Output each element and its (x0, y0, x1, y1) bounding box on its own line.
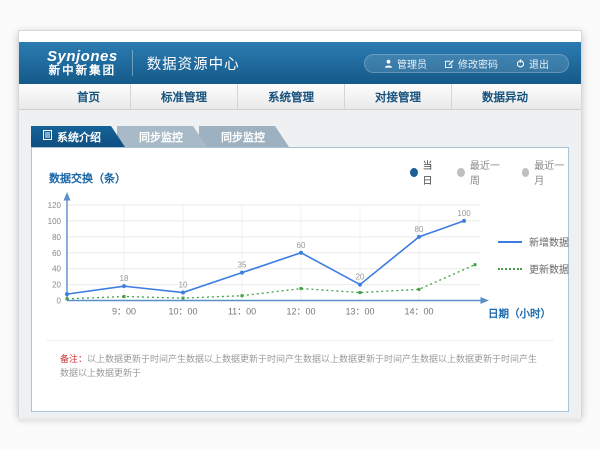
svg-text:13：00: 13：00 (345, 307, 374, 317)
svg-text:10: 10 (179, 281, 188, 290)
user-menu: 管理员 修改密码 退出 (364, 54, 569, 73)
nav-item-interface-mgmt[interactable]: 对接管理 (344, 84, 451, 109)
logout-button[interactable]: 退出 (507, 56, 558, 71)
svg-text:80: 80 (415, 225, 424, 234)
note-divider (46, 340, 554, 341)
content-area: 系统介绍 同步监控 同步监控 当日 最近一周 (19, 110, 581, 418)
edit-icon (445, 59, 454, 68)
svg-text:18: 18 (120, 274, 129, 283)
svg-text:80: 80 (52, 233, 61, 242)
footer-note: 备注：以上数据更新于时间产生数据以上数据更新于时间产生数据以上数据更新于时间产生… (60, 353, 540, 380)
svg-text:120: 120 (48, 201, 62, 210)
user-menu-label: 管理员 (397, 56, 427, 71)
footer-note-text: 以上数据更新于时间产生数据以上数据更新于时间产生数据以上数据更新于时间产生数据以… (60, 354, 537, 378)
app-header: Synjones 新中新集团 数据资源中心 管理员 修改密码 (19, 42, 581, 84)
page-title: 数据资源中心 (147, 53, 240, 74)
header-divider (132, 50, 133, 76)
svg-text:12：00: 12：00 (286, 307, 315, 317)
svg-text:14：00: 14：00 (404, 307, 433, 317)
change-password-button[interactable]: 修改密码 (436, 56, 507, 71)
logout-label: 退出 (529, 56, 549, 71)
legend-label: 新增数据 (529, 234, 569, 249)
svg-text:9：00: 9：00 (112, 307, 136, 317)
svg-text:11：00: 11：00 (228, 307, 256, 317)
svg-text:10：00: 10：00 (168, 307, 197, 317)
x-axis-title: 日期（小时） (488, 306, 551, 321)
user-icon (384, 59, 393, 68)
main-nav: 首页 标准管理 系统管理 对接管理 数据异动 (19, 84, 581, 110)
tab-system-intro[interactable]: 系统介绍 (31, 126, 125, 147)
user-menu-admin[interactable]: 管理员 (375, 56, 436, 71)
svg-text:35: 35 (238, 261, 247, 270)
svg-text:20: 20 (52, 281, 61, 290)
window-top-strip (19, 31, 581, 42)
legend-item-new-data: 新增数据 (498, 234, 569, 249)
svg-text:0: 0 (57, 297, 62, 306)
nav-item-home[interactable]: 首页 (47, 84, 130, 109)
brand-logo-text: Synjones (47, 49, 118, 65)
nav-item-data-change[interactable]: 数据异动 (451, 84, 558, 109)
svg-text:100: 100 (457, 209, 471, 218)
tab-sync-monitor-2[interactable]: 同步监控 (199, 126, 289, 147)
chart-panel: 当日 最近一周 最近一月 数据交换（条） 9：0010：0011：0012：00… (31, 147, 569, 412)
change-password-label: 修改密码 (458, 56, 498, 71)
tab-label: 系统介绍 (57, 129, 101, 145)
window-bottom-strip (19, 418, 581, 422)
chart-legend: 新增数据 更新数据 (498, 234, 569, 288)
brand-logo-subtext: 新中新集团 (47, 65, 118, 77)
app-window: Synjones 新中新集团 数据资源中心 管理员 修改密码 (18, 30, 582, 417)
svg-text:60: 60 (52, 249, 61, 258)
svg-text:100: 100 (48, 217, 62, 226)
footer-note-prefix: 备注： (60, 354, 87, 364)
brand-logo: Synjones 新中新集团 (47, 49, 118, 77)
svg-text:40: 40 (52, 265, 61, 274)
tab-label: 同步监控 (139, 129, 183, 145)
tab-sync-monitor-1[interactable]: 同步监控 (117, 126, 207, 147)
nav-item-standard-mgmt[interactable]: 标准管理 (130, 84, 237, 109)
legend-item-updated-data: 更新数据 (498, 261, 569, 276)
nav-item-system-mgmt[interactable]: 系统管理 (237, 84, 344, 109)
solid-line-icon (498, 241, 522, 243)
tab-label: 同步监控 (221, 129, 265, 145)
tab-bar: 系统介绍 同步监控 同步监控 (31, 126, 581, 147)
dotted-line-icon (498, 268, 522, 270)
document-icon (43, 130, 52, 143)
logout-icon (516, 59, 525, 68)
legend-label: 更新数据 (529, 261, 569, 276)
svg-text:20: 20 (356, 273, 365, 282)
svg-text:60: 60 (297, 241, 306, 250)
